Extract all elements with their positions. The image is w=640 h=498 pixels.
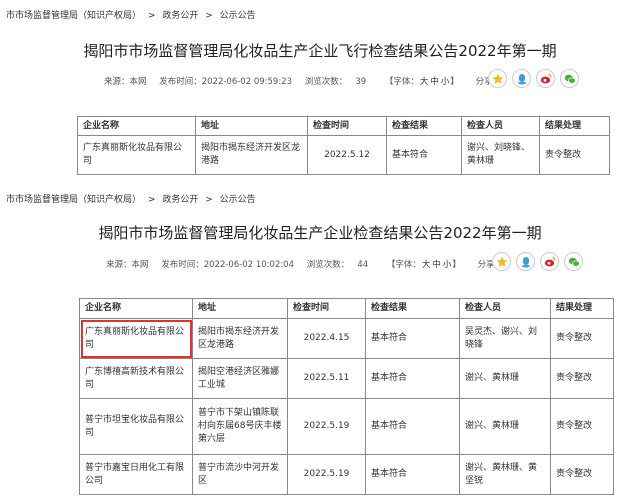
- column-header-result: 检查结果: [386, 116, 462, 136]
- cell-date: 2022.5.19: [287, 454, 366, 495]
- table-row: 广东博禧高新技术有限公司 揭阳空港经济区雅娜工业城 2022.5.11 基本符合…: [79, 358, 614, 399]
- breadcrumb: 市市场监督管理局（知识产权局） > 政务公开 > 公示公告: [6, 192, 256, 205]
- table-row: 普宁市嘉宝日用化工有限公司 普宁市流沙中河开发区 2022.5.19 基本符合 …: [79, 454, 614, 495]
- breadcrumb-separator: >: [147, 195, 156, 205]
- cell-inspectors: 谢兴、黄林珊: [459, 358, 551, 399]
- cell-action: 责令整改: [550, 454, 614, 495]
- font-size-control: 【字体：大中小】: [384, 77, 459, 87]
- qzone-icon[interactable]: [488, 69, 507, 88]
- cell-address: 揭阳空港经济区雅娜工业城: [192, 358, 288, 399]
- column-header-inspectors: 检查人员: [461, 116, 540, 136]
- cell-date: 2022.5.19: [287, 398, 366, 455]
- inspection-table: 企业名称 地址 检查时间 检查结果 检查人员 结果处理 广东真丽斯化妆品有限公司…: [77, 116, 610, 175]
- font-medium-link[interactable]: 中: [430, 77, 439, 87]
- cell-company: 普宁市嘉宝日用化工有限公司: [79, 454, 193, 495]
- breadcrumb-item-notices[interactable]: 公示公告: [220, 11, 256, 21]
- font-medium-link[interactable]: 中: [432, 260, 441, 270]
- page-title: 揭阳市市场监督管理局化妆品生产企业飞行检查结果公告2022年第一期: [83, 42, 557, 60]
- column-header-result: 检查结果: [365, 298, 460, 319]
- qq-icon[interactable]: [516, 252, 535, 271]
- source-label: 来源：本网: [104, 77, 147, 87]
- breadcrumb-item-bureau[interactable]: 市市场监督管理局（知识产权局）: [6, 11, 141, 21]
- weibo-icon[interactable]: [540, 252, 559, 271]
- column-header-action: 结果处理: [550, 298, 614, 319]
- breadcrumb-item-notices[interactable]: 公示公告: [220, 195, 256, 205]
- publish-time: 发布时间：2022-06-02 09:59:23: [159, 77, 292, 87]
- cell-result: 基本符合: [365, 398, 460, 455]
- breadcrumb-item-gov-info[interactable]: 政务公开: [162, 11, 198, 21]
- cell-inspectors: 谢兴、黄林珊: [459, 398, 551, 455]
- cell-action: 责令整改: [550, 398, 614, 455]
- cell-company-highlighted: 广东真丽斯化妆品有限公司: [79, 318, 193, 359]
- font-size-control: 【字体：大中小】: [386, 260, 461, 270]
- view-count: 浏览次数： 39: [304, 77, 367, 87]
- page-title: 揭阳市市场监督管理局化妆品生产企业检查结果公告2022年第一期: [98, 224, 542, 242]
- cell-action: 责令整改: [550, 358, 614, 399]
- breadcrumb-separator: >: [147, 11, 156, 21]
- qq-icon[interactable]: [512, 69, 531, 88]
- cell-address: 普宁市下架山镇陈联村向东届68号庆丰楼第六层: [192, 398, 288, 455]
- cell-action: 责令整改: [550, 318, 614, 359]
- cell-inspectors: 谢兴、刘晓锋、黄林珊: [461, 135, 540, 175]
- cell-company: 普宁市坦宝化妆品有限公司: [79, 398, 193, 455]
- share-buttons: [488, 69, 579, 88]
- share-buttons: [492, 252, 583, 271]
- font-small-link[interactable]: 小: [443, 260, 452, 270]
- cell-date: 2022.4.15: [287, 318, 366, 359]
- table-row: 广东真丽斯化妆品有限公司 揭阳市揭东经济开发区龙港路 2022.4.15 基本符…: [79, 318, 614, 359]
- column-header-company: 企业名称: [77, 116, 196, 136]
- cell-address: 揭阳市揭东经济开发区龙港路: [192, 318, 288, 359]
- view-count: 浏览次数： 44: [306, 260, 369, 270]
- wechat-icon[interactable]: [560, 69, 579, 88]
- column-header-address: 地址: [192, 298, 288, 319]
- cell-date: 2022.5.11: [287, 358, 366, 399]
- qzone-icon[interactable]: [492, 252, 511, 271]
- breadcrumb-item-gov-info[interactable]: 政务公开: [162, 195, 198, 205]
- cell-inspectors: 谢兴、黄林珊、黄坚锐: [459, 454, 551, 495]
- column-header-date: 检查时间: [287, 298, 366, 319]
- article-meta: 来源：本网 发布时间：2022-06-02 09:59:23 浏览次数： 39 …: [104, 75, 520, 87]
- cell-company: 广东博禧高新技术有限公司: [79, 358, 193, 399]
- article-meta: 来源：本网 发布时间：2022-06-02 10:02:04 浏览次数： 44 …: [106, 258, 522, 270]
- cell-action: 责令整改: [539, 135, 610, 175]
- cell-result: 基本符合: [365, 454, 460, 495]
- font-small-link[interactable]: 小: [441, 77, 450, 87]
- breadcrumb-separator: >: [205, 11, 213, 21]
- cell-address: 揭阳市揭东经济开发区龙港路: [195, 135, 308, 175]
- breadcrumb-item-bureau[interactable]: 市市场监督管理局（知识产权局）: [6, 195, 141, 205]
- column-header-address: 地址: [195, 116, 308, 136]
- column-header-action: 结果处理: [539, 116, 610, 136]
- cell-result: 基本符合: [386, 135, 462, 175]
- column-header-inspectors: 检查人员: [459, 298, 551, 319]
- table-row: 广东真丽斯化妆品有限公司 揭阳市揭东经济开发区龙港路 2022.5.12 基本符…: [77, 135, 610, 175]
- column-header-date: 检查时间: [307, 116, 387, 136]
- table-row: 普宁市坦宝化妆品有限公司 普宁市下架山镇陈联村向东届68号庆丰楼第六层 2022…: [79, 398, 614, 455]
- publish-time: 发布时间：2022-06-02 10:02:04: [161, 260, 294, 270]
- cell-address: 普宁市流沙中河开发区: [192, 454, 288, 495]
- cell-date: 2022.5.12: [307, 135, 387, 175]
- breadcrumb-separator: >: [205, 195, 213, 205]
- weibo-icon[interactable]: [536, 69, 555, 88]
- cell-inspectors: 吴灵杰、谢兴、刘晓锋: [459, 318, 551, 359]
- column-header-company: 企业名称: [79, 298, 193, 319]
- font-large-link[interactable]: 大: [422, 260, 431, 270]
- cell-company: 广东真丽斯化妆品有限公司: [77, 135, 196, 175]
- wechat-icon[interactable]: [564, 252, 583, 271]
- cell-result: 基本符合: [365, 358, 460, 399]
- source-label: 来源：本网: [106, 260, 149, 270]
- cell-result: 基本符合: [365, 318, 460, 359]
- font-large-link[interactable]: 大: [420, 77, 429, 87]
- inspection-table: 企业名称 地址 检查时间 检查结果 检查人员 结果处理 广东真丽斯化妆品有限公司…: [79, 298, 614, 495]
- breadcrumb: 市市场监督管理局（知识产权局） > 政务公开 > 公示公告: [6, 8, 256, 21]
